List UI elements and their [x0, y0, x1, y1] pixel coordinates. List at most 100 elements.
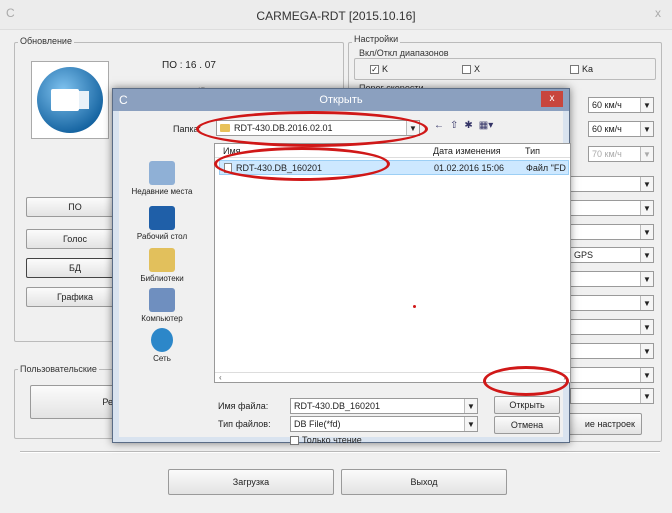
speed-combo-3[interactable]: 70 км/ч ▼ [588, 146, 654, 162]
readonly-checkbox[interactable] [290, 435, 299, 445]
filetype-label: Тип файлов: [218, 419, 271, 429]
places-bar: Недавние места Рабочий стол Библиотеки К… [125, 161, 199, 401]
filename-label: Имя файла: [218, 401, 269, 411]
exit-button[interactable]: Выход [341, 469, 507, 495]
chevron-down-icon[interactable]: ▼ [640, 389, 653, 403]
speed-combo-1[interactable]: 60 км/ч ▼ [588, 97, 654, 113]
right-combo-5[interactable]: ▼ [570, 271, 654, 287]
chevron-down-icon[interactable]: ▼ [640, 201, 653, 215]
band-x-checkbox[interactable] [462, 64, 471, 74]
chevron-down-icon[interactable]: ▼ [640, 320, 653, 334]
chevron-down-icon[interactable]: ▼ [640, 368, 653, 382]
update-legend: Обновление [18, 36, 74, 46]
chevron-down-icon[interactable]: ▼ [464, 417, 477, 431]
right-combo-7[interactable]: ▼ [570, 319, 654, 335]
dialog-title-bar: C Открыть x [113, 89, 569, 111]
network-icon [151, 328, 173, 352]
filename-value: RDT-430.DB_160201 [294, 401, 381, 411]
desktop-icon [149, 206, 175, 230]
user-legend: Пользовательские [18, 364, 99, 374]
folder-toolbar: ← ⇧ ✱ ▦▾ [434, 120, 493, 131]
band-x[interactable]: X [462, 64, 480, 74]
place-computer[interactable]: Компьютер [125, 288, 199, 323]
right-combo-4-value: GPS [574, 250, 594, 260]
highlight-oval-file [214, 147, 390, 181]
close-icon[interactable]: x [650, 6, 666, 22]
voice-button[interactable]: Голос [26, 229, 124, 249]
up-folder-icon[interactable]: ⇧ [450, 120, 458, 131]
chevron-down-icon[interactable]: ▼ [640, 177, 653, 191]
cursor-dot [413, 305, 416, 308]
right-combo-8[interactable]: ▼ [570, 343, 654, 359]
view-menu-icon[interactable]: ▦▾ [479, 120, 493, 131]
place-recent-label: Недавние места [131, 187, 193, 196]
column-type[interactable]: Тип [525, 146, 540, 156]
save-settings-button[interactable]: ие настроек [562, 413, 642, 435]
right-combo-1[interactable]: ▼ [570, 176, 654, 192]
filetype-select[interactable]: DB File(*fd) ▼ [290, 416, 478, 432]
place-network-label: Сеть [153, 354, 171, 363]
band-k-checkbox[interactable]: ✓ [370, 64, 379, 74]
band-ka[interactable]: Ka [570, 64, 593, 74]
speed-combo-2-value: 60 км/ч [592, 124, 622, 134]
band-k[interactable]: ✓ K [370, 64, 388, 74]
band-legend: Вкл/Откл диапазонов [357, 48, 451, 58]
chevron-down-icon[interactable]: ▼ [640, 248, 653, 262]
readonly-label: Только чтение [302, 435, 362, 445]
band-group [354, 58, 656, 80]
scroll-left-icon[interactable]: ‹ [219, 373, 222, 382]
filename-input[interactable]: RDT-430.DB_160201 ▼ [290, 398, 478, 414]
open-button[interactable]: Открыть [494, 396, 560, 414]
band-ka-label: Ka [582, 64, 594, 74]
band-ka-checkbox[interactable] [570, 64, 579, 74]
dialog-title: Открыть [319, 94, 363, 106]
po-button[interactable]: ПО [26, 197, 124, 217]
chevron-down-icon[interactable]: ▼ [640, 122, 653, 136]
highlight-oval-folder [196, 111, 428, 147]
chevron-down-icon[interactable]: ▼ [464, 399, 477, 413]
right-combo-6[interactable]: ▼ [570, 295, 654, 311]
place-libraries[interactable]: Библиотеки [125, 248, 199, 283]
place-computer-label: Компьютер [141, 314, 183, 323]
filetype-value: DB File(*fd) [294, 419, 341, 429]
right-combo-4[interactable]: GPS ▼ [570, 247, 654, 263]
place-recent[interactable]: Недавние места [125, 161, 199, 196]
right-combo-10[interactable]: ▼ [570, 388, 654, 404]
save-settings-label: ие настроек [584, 419, 635, 429]
speed-combo-2[interactable]: 60 км/ч ▼ [588, 121, 654, 137]
load-button[interactable]: Загрузка [168, 469, 334, 495]
band-x-label: X [474, 64, 481, 74]
db-button[interactable]: БД [26, 258, 124, 278]
speed-combo-1-value: 60 км/ч [592, 100, 622, 110]
settings-legend: Настройки [352, 34, 401, 44]
right-combo-9[interactable]: ▼ [570, 367, 654, 383]
speed-combo-3-value: 70 км/ч [592, 149, 622, 159]
readonly-option[interactable]: Только чтение [290, 435, 362, 445]
new-folder-icon[interactable]: ✱ [464, 120, 472, 131]
recent-places-icon [149, 161, 175, 185]
place-network[interactable]: Сеть [125, 328, 199, 363]
chevron-down-icon[interactable]: ▼ [640, 225, 653, 239]
po-version: ПО : 16 . 07 [162, 60, 216, 71]
window-title: CARMEGA-RDT [2015.10.16] [256, 9, 416, 23]
close-icon[interactable]: x [541, 91, 563, 107]
cancel-button[interactable]: Отмена [494, 416, 560, 434]
computer-icon [149, 288, 175, 312]
chevron-down-icon[interactable]: ▼ [640, 344, 653, 358]
right-combo-3[interactable]: ▼ [570, 224, 654, 240]
place-libraries-label: Библиотеки [140, 274, 184, 283]
back-icon[interactable]: ← [434, 120, 444, 131]
file-type: Файл "FD [526, 163, 566, 173]
libraries-icon [149, 248, 175, 272]
chevron-down-icon[interactable]: ▼ [640, 98, 653, 112]
user-button[interactable]: Ре [30, 385, 116, 419]
right-combo-2[interactable]: ▼ [570, 200, 654, 216]
logo [31, 61, 109, 139]
highlight-oval-open [483, 366, 569, 396]
chevron-down-icon[interactable]: ▼ [640, 272, 653, 286]
chevron-down-icon[interactable]: ▼ [640, 147, 653, 161]
graphics-button[interactable]: Графика [26, 287, 124, 307]
place-desktop[interactable]: Рабочий стол [125, 206, 199, 241]
column-date[interactable]: Дата изменения [433, 146, 501, 156]
chevron-down-icon[interactable]: ▼ [640, 296, 653, 310]
